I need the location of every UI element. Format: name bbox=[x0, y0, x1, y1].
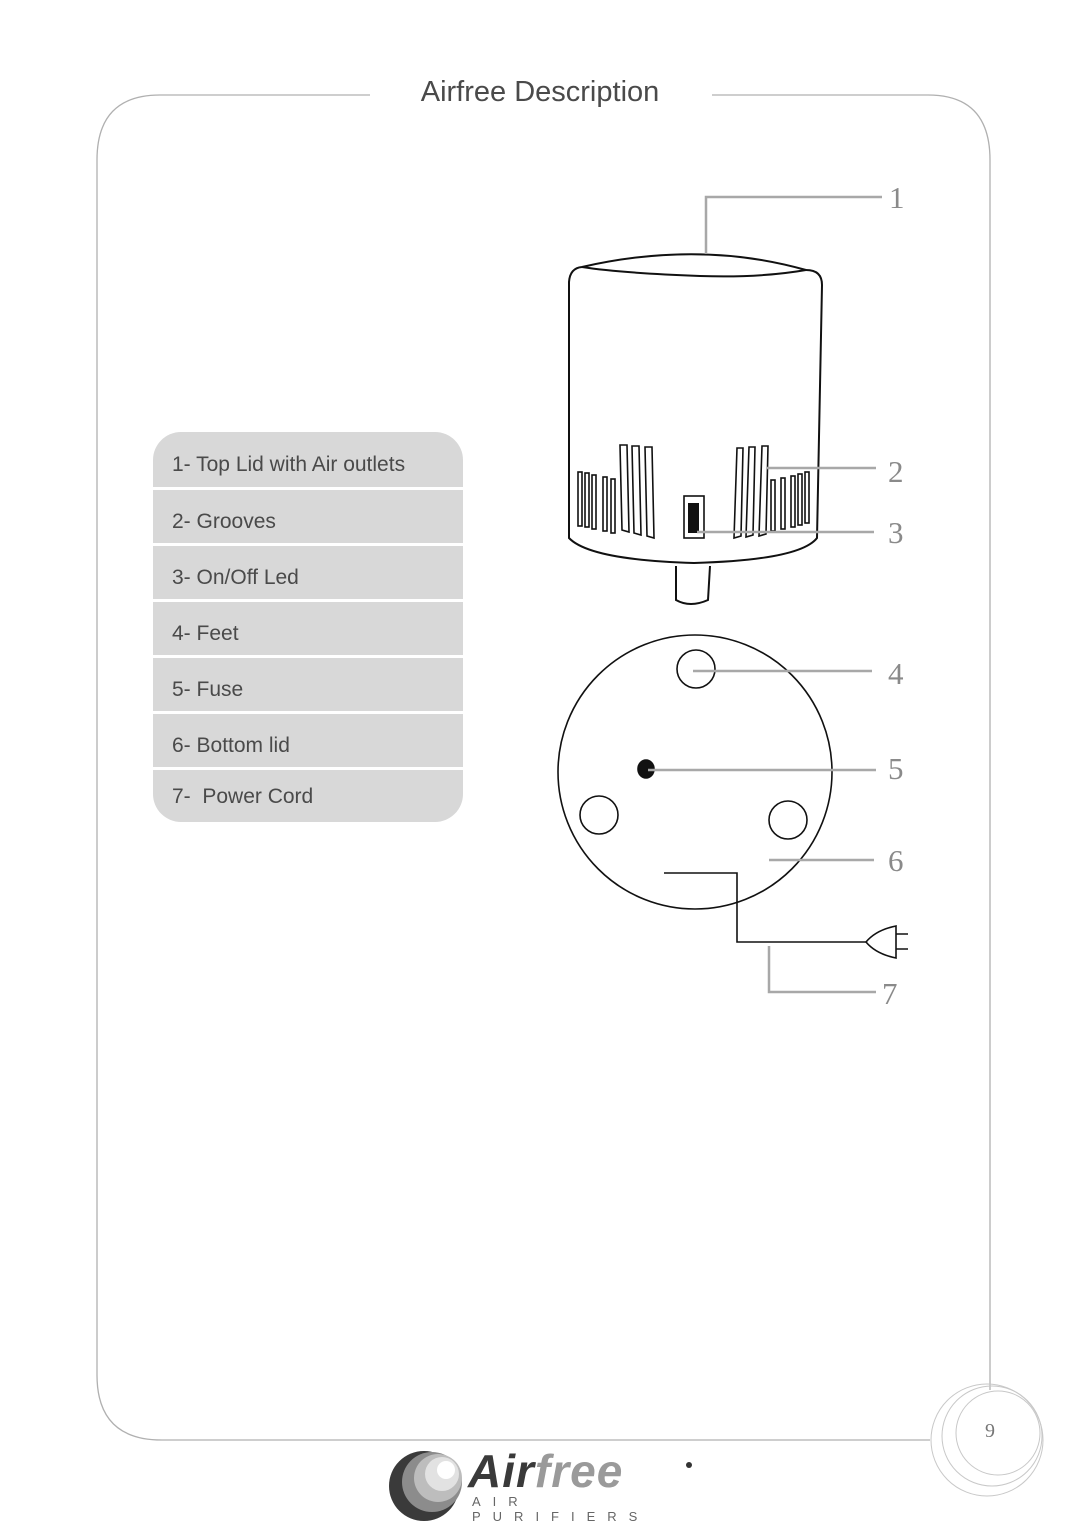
led-light bbox=[688, 503, 699, 533]
callout-6: 6 bbox=[888, 843, 904, 878]
left-grooves bbox=[577, 444, 655, 540]
purifier-side-view bbox=[568, 253, 824, 605]
foot-left bbox=[579, 795, 619, 835]
foot-top bbox=[676, 649, 716, 689]
callout-2: 2 bbox=[888, 454, 904, 489]
registered-mark-icon bbox=[686, 1462, 692, 1468]
page-number: 9 bbox=[985, 1420, 995, 1442]
leader-line-1 bbox=[704, 195, 882, 254]
logo-wordmark: Airfree bbox=[468, 1446, 623, 1496]
logo-tagline: AIR PURIFIERS bbox=[472, 1494, 650, 1524]
callout-4: 4 bbox=[888, 656, 904, 691]
leader-line-7 bbox=[767, 946, 876, 994]
power-plug bbox=[865, 925, 908, 959]
right-grooves bbox=[733, 445, 810, 540]
callout-3: 3 bbox=[888, 515, 904, 550]
callout-5: 5 bbox=[888, 751, 904, 786]
top-lid bbox=[581, 253, 807, 278]
foot-right bbox=[768, 800, 808, 840]
logo-swirl-icon bbox=[389, 1451, 462, 1521]
callout-1: 1 bbox=[889, 180, 905, 215]
logo-word-free: free bbox=[534, 1445, 624, 1497]
airfree-logo: Airfree AIR PURIFIERS bbox=[386, 1446, 696, 1524]
bottom-lid bbox=[557, 634, 833, 910]
logo-word-air: Air bbox=[468, 1445, 535, 1497]
foot-stem bbox=[675, 565, 711, 605]
purifier-bottom-view bbox=[557, 634, 908, 959]
callout-7: 7 bbox=[882, 976, 898, 1011]
product-diagram bbox=[557, 195, 908, 994]
power-cord bbox=[664, 872, 866, 943]
